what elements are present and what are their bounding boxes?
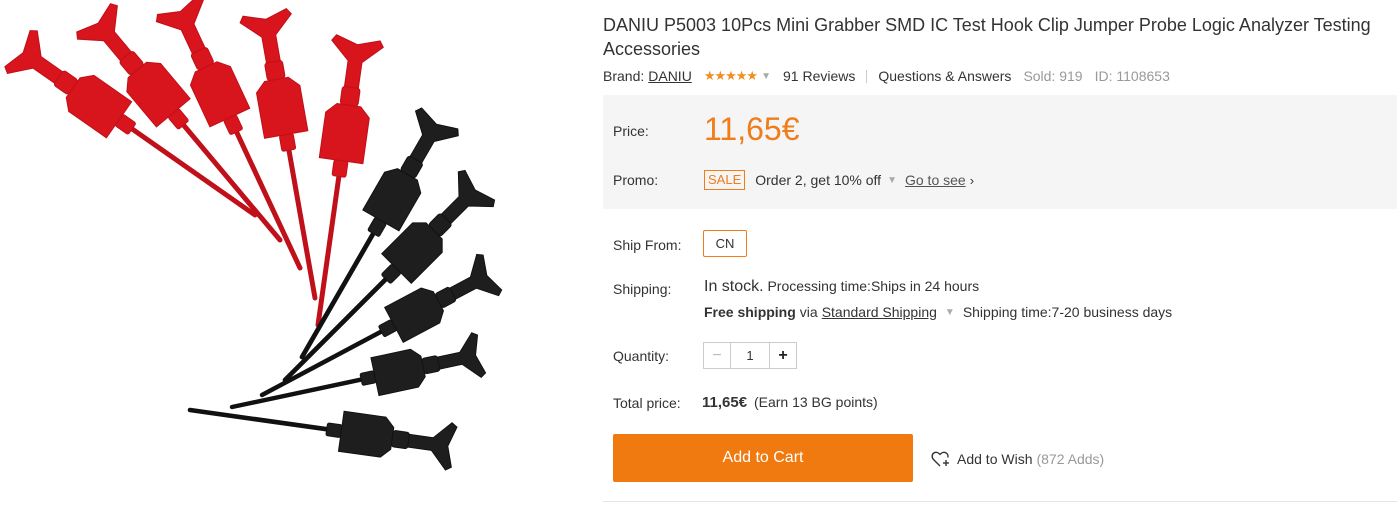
promo-row: SALE Order 2, get 10% off ▼ Go to see › [704,170,974,190]
price-label: Price: [613,123,649,139]
sold-count: Sold: 919 [1023,68,1083,84]
test-hook-clips-image [0,0,590,506]
caret-down-icon[interactable]: ▼ [945,307,955,318]
promo-text[interactable]: Order 2, get 10% off [755,172,881,188]
heart-plus-icon[interactable] [931,450,951,468]
sale-badge: SALE [704,170,746,190]
total-price-value: 11,65€ [702,394,748,411]
quantity-stepper: − + [703,342,797,369]
processing-time: Processing time:Ships in 24 hours [767,278,980,294]
decrease-quantity-button[interactable]: − [704,343,730,368]
add-to-cart-button[interactable]: Add to Cart [613,434,913,482]
stock-status: In stock. Processing time:Ships in 24 ho… [704,278,979,296]
wish-count: (872 Adds) [1036,451,1105,467]
price-value: 11,65€ [704,111,800,147]
caret-down-icon[interactable]: ▼ [761,71,771,82]
add-to-wish-button[interactable]: Add to Wish (872 Adds) [931,450,1104,468]
product-title: DANIU P5003 10Pcs Mini Grabber SMD IC Te… [603,15,1371,59]
divider [866,69,868,83]
increase-quantity-button[interactable]: + [770,343,796,368]
product-meta-row: Brand: DANIU ★★★★★ ▼ 91 Reviews Question… [603,68,1170,84]
product-id: ID: 1108653 [1094,68,1170,84]
reviews-link[interactable]: 91 Reviews [783,68,855,84]
via-text: via [799,304,818,320]
rating-stars-icon[interactable]: ★★★★★ [704,68,758,84]
product-info-panel: DANIU P5003 10Pcs Mini Grabber SMD IC Te… [603,0,1397,506]
total-price-label: Total price: [613,395,681,411]
total-price: 11,65€ (Earn 13 BG points) [702,394,878,411]
divider [603,501,1397,502]
brand-link[interactable]: DANIU [648,68,692,84]
shipping-method-row: Free shipping via Standard Shipping ▼ Sh… [704,304,1172,320]
free-shipping-text: Free shipping [704,304,796,320]
shipping-label: Shipping: [613,281,672,297]
go-to-see-link[interactable]: Go to see [905,172,966,188]
product-image[interactable] [0,0,590,506]
questions-answers-link[interactable]: Questions & Answers [878,68,1011,84]
ship-from-option-cn[interactable]: CN [703,230,747,257]
add-to-wish-label[interactable]: Add to Wish [957,451,1032,467]
in-stock-text: In stock. [704,278,764,295]
shipping-time: Shipping time:7-20 business days [962,304,1173,320]
quantity-label: Quantity: [613,348,670,364]
quantity-input[interactable] [730,343,770,368]
bg-points: (Earn 13 BG points) [753,394,878,410]
price-box: Price: 11,65€ Promo: SALE Order 2, get 1… [603,95,1397,209]
ship-from-label: Ship From: [613,237,682,253]
chevron-right-icon[interactable]: › [970,173,974,188]
shipping-method-select[interactable]: Standard Shipping [822,304,937,320]
promo-label: Promo: [613,172,659,188]
caret-down-icon[interactable]: ▼ [887,175,897,186]
brand-label: Brand: [603,68,645,84]
